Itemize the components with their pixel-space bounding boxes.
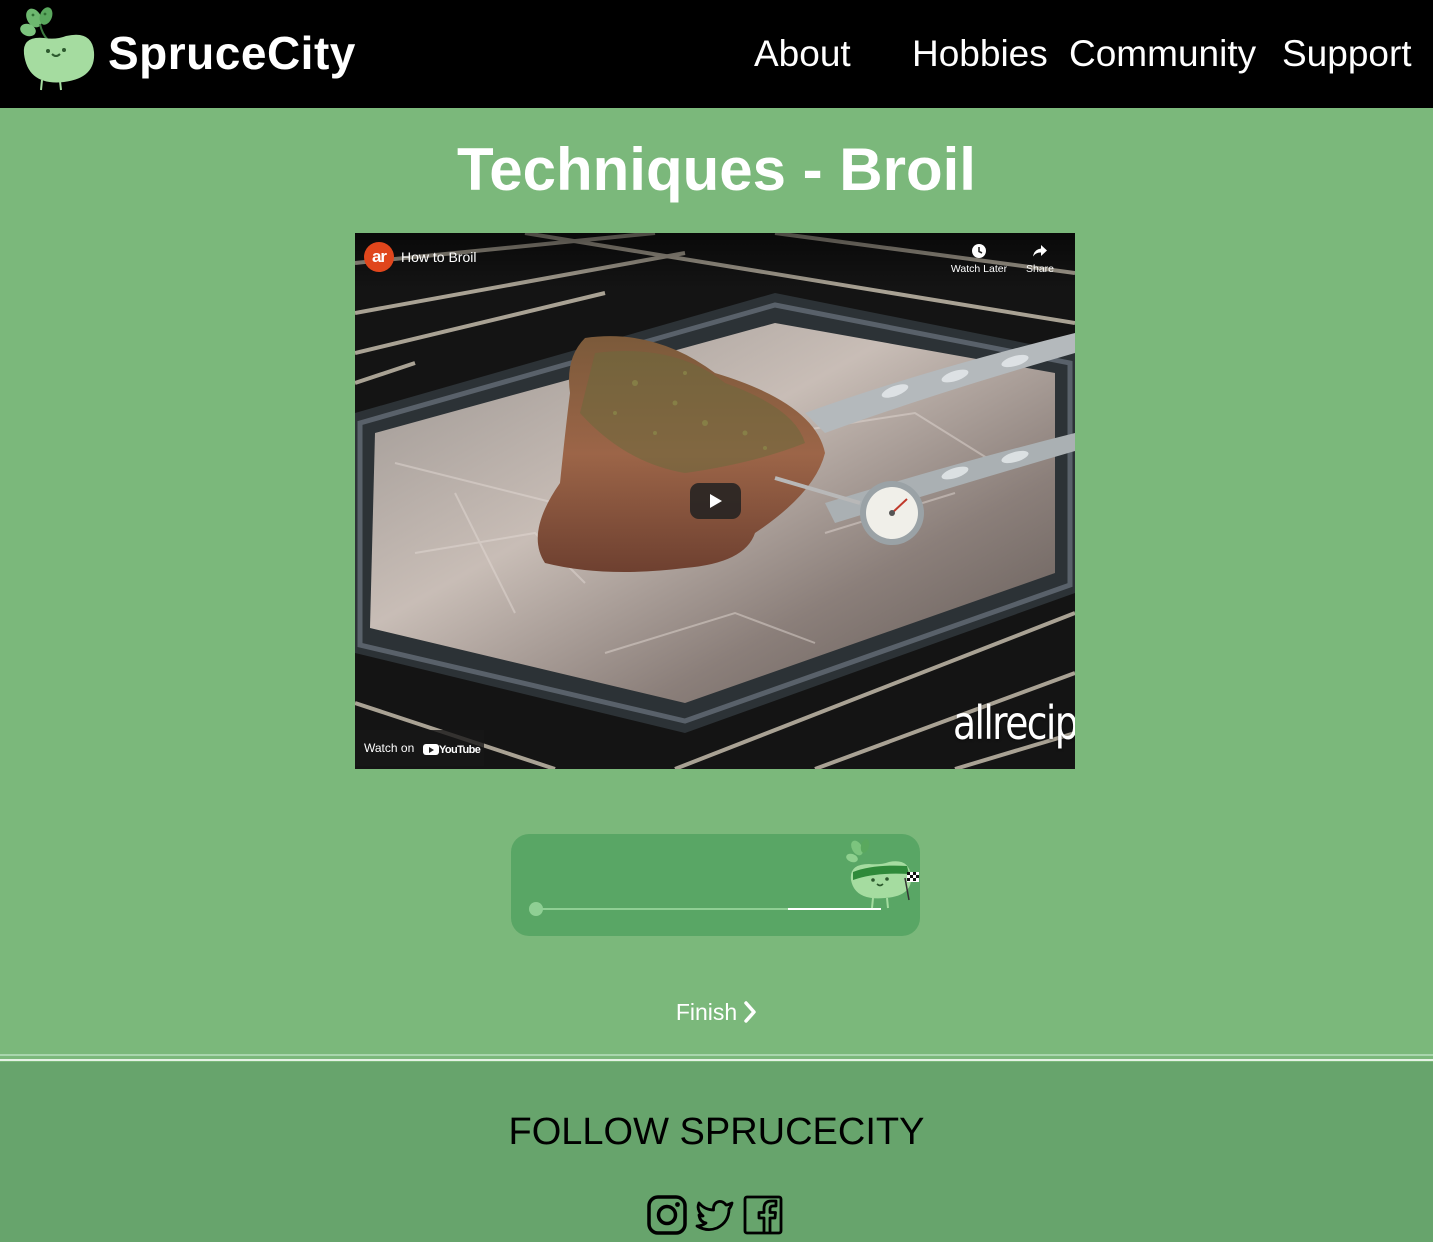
finish-button[interactable]: Finish — [0, 998, 1433, 1026]
site-header: SpruceCity About Hobbies Community Suppo… — [0, 0, 1433, 108]
facebook-icon[interactable] — [743, 1195, 783, 1235]
watch-on-label: Watch on — [364, 741, 415, 755]
spruce-mascot-logo-icon[interactable] — [14, 6, 98, 96]
channel-avatar[interactable]: ar — [364, 242, 394, 272]
racing-mascot-icon — [846, 839, 919, 909]
twitter-icon[interactable] — [695, 1195, 735, 1235]
play-button[interactable] — [690, 483, 741, 519]
allrecipes-watermark: allrecipes — [953, 696, 1075, 750]
clock-icon — [972, 244, 986, 258]
watch-on-youtube-button[interactable]: Watch on YouTube — [355, 730, 484, 766]
share-label: Share — [1025, 263, 1055, 275]
youtube-wordmark: YouTube — [439, 743, 481, 756]
site-footer: FOLLOW SPRUCECITY — [0, 1062, 1433, 1242]
site-brand[interactable]: SpruceCity — [108, 26, 356, 80]
youtube-logo-icon: YouTube — [423, 741, 481, 756]
progress-start-dot — [529, 902, 543, 916]
play-icon — [710, 494, 722, 508]
video-player[interactable]: ar How to Broil Watch Later Share allrec… — [355, 233, 1075, 769]
footer-divider-highlight — [0, 1059, 1433, 1061]
nav-about-link[interactable]: About — [754, 32, 851, 76]
page-title: Techniques - Broil — [457, 136, 976, 203]
footer-divider — [0, 1054, 1433, 1056]
chevron-right-icon — [744, 1001, 756, 1023]
progress-card — [511, 834, 920, 936]
footer-heading: FOLLOW SPRUCECITY — [508, 1111, 925, 1153]
nav-support-link[interactable]: Support — [1282, 32, 1412, 76]
nav-hobbies-link[interactable]: Hobbies — [912, 32, 1048, 76]
watch-later-label: Watch Later — [950, 263, 1008, 275]
share-arrow-icon — [1033, 245, 1047, 257]
share-button[interactable]: Share — [1005, 243, 1075, 276]
nav-community-link[interactable]: Community — [1069, 32, 1256, 76]
instagram-icon[interactable] — [647, 1195, 687, 1235]
watch-later-button[interactable]: Watch Later — [944, 243, 1014, 276]
finish-label: Finish — [675, 999, 738, 1025]
video-title[interactable]: How to Broil — [401, 249, 476, 265]
